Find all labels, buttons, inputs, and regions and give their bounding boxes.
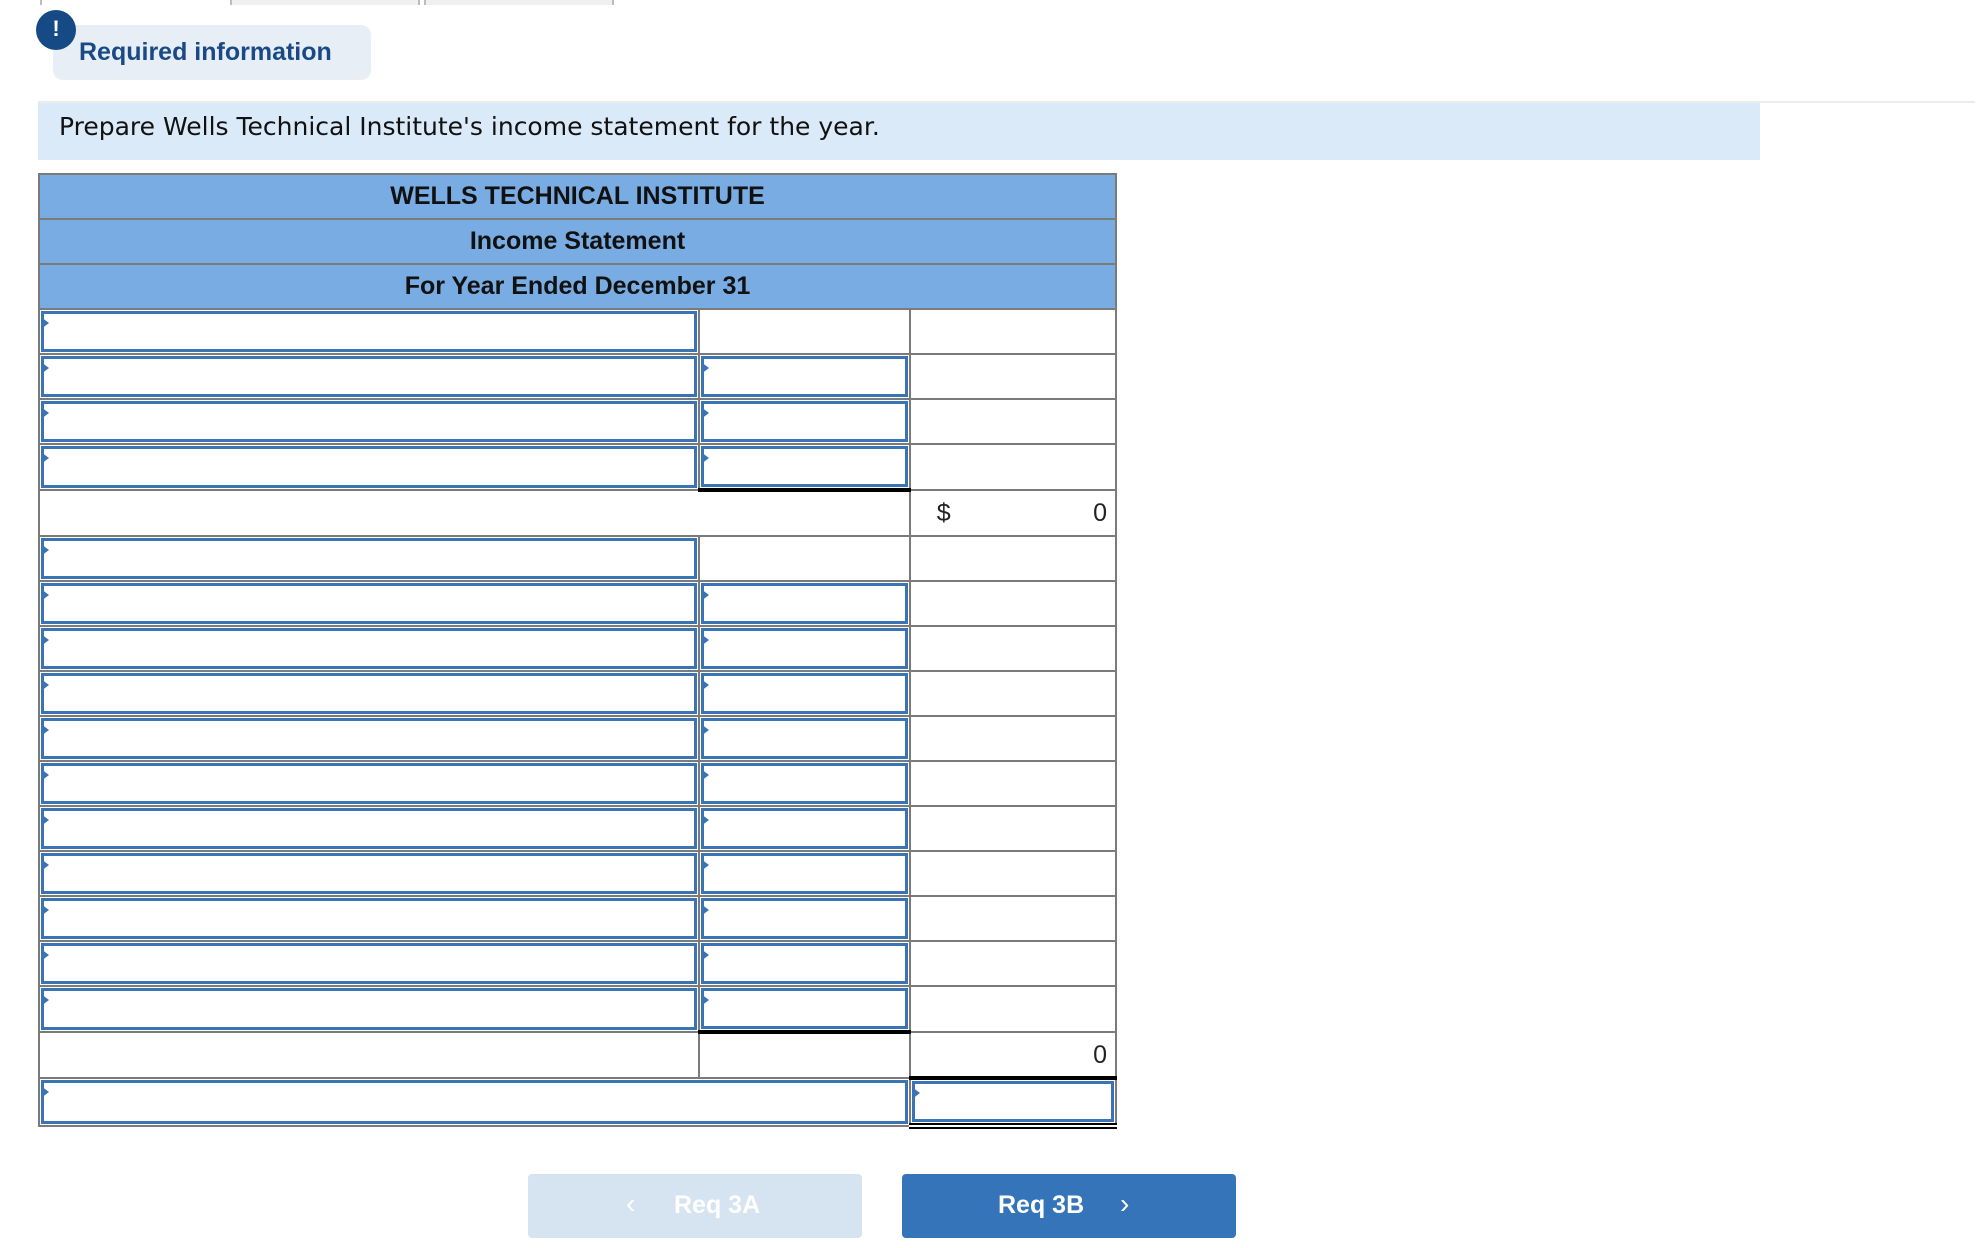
subtotal-label-cell	[38, 489, 911, 537]
table-row	[38, 398, 1118, 445]
company-name: WELLS TECHNICAL INSTITUTE	[38, 173, 1117, 220]
amount-input[interactable]	[700, 673, 908, 714]
chevron-right-icon: ›	[1120, 1188, 1130, 1219]
amount-input[interactable]	[700, 583, 908, 624]
amount-input[interactable]	[700, 853, 908, 894]
label-dropdown[interactable]	[41, 988, 697, 1030]
amount-input[interactable]	[700, 763, 908, 804]
label-dropdown[interactable]	[41, 763, 697, 804]
subtotal-row: $ 0	[38, 489, 1118, 537]
label-dropdown[interactable]	[41, 853, 697, 894]
instruction-banner: Prepare Wells Technical Institute's inco…	[38, 103, 1760, 160]
table-row	[38, 895, 1118, 942]
tab[interactable]	[230, 0, 420, 5]
table-row	[38, 940, 1118, 987]
amount-input[interactable]	[700, 808, 908, 849]
required-information-button[interactable]: Required information	[53, 25, 371, 80]
table-row	[38, 625, 1118, 672]
label-dropdown[interactable]	[41, 898, 697, 939]
table-row	[38, 535, 1118, 582]
table-row	[38, 850, 1118, 897]
tab-divider	[40, 0, 42, 5]
subtotal-value: 0	[1093, 499, 1107, 527]
total-cell	[908, 805, 1118, 852]
label-dropdown[interactable]	[41, 311, 697, 352]
amount-input[interactable]	[700, 718, 908, 759]
table-row	[38, 308, 1118, 355]
label-cell	[38, 308, 700, 355]
instruction-text: Prepare Wells Technical Institute's inco…	[59, 112, 880, 141]
total-cell	[908, 398, 1118, 445]
total-cell	[908, 670, 1118, 717]
exclamation-icon: !	[36, 10, 76, 50]
total-cell: 0	[908, 1031, 1118, 1080]
amount-input[interactable]	[700, 356, 908, 397]
prev-req-label: Req 3A	[674, 1191, 761, 1219]
total-cell	[908, 535, 1118, 582]
table-row	[38, 805, 1118, 852]
total-value: 0	[1093, 1041, 1107, 1069]
total-cell	[908, 308, 1118, 355]
label-dropdown[interactable]	[41, 673, 697, 714]
amount-cell	[697, 535, 911, 582]
label-dropdown[interactable]	[41, 1080, 908, 1124]
amount-input[interactable]	[700, 628, 908, 669]
total-cell	[908, 850, 1118, 897]
amount-cell	[697, 308, 911, 355]
label-dropdown[interactable]	[41, 401, 697, 442]
total-cell	[908, 443, 1118, 491]
total-cell	[908, 353, 1118, 400]
table-row	[38, 580, 1118, 627]
currency-symbol: $	[936, 499, 951, 527]
total-cell	[908, 580, 1118, 627]
net-result-row	[38, 1077, 1118, 1129]
label-dropdown[interactable]	[41, 628, 697, 669]
amount-input[interactable]	[700, 943, 908, 984]
total-cell	[908, 895, 1118, 942]
table-row	[38, 670, 1118, 717]
table-row	[38, 760, 1118, 807]
table-row	[38, 715, 1118, 762]
income-statement-table: WELLS TECHNICAL INSTITUTE Income Stateme…	[38, 173, 1118, 1129]
label-dropdown[interactable]	[41, 943, 697, 984]
table-row	[38, 985, 1118, 1034]
net-amount-input[interactable]	[911, 1081, 1114, 1122]
total-cell	[908, 760, 1118, 807]
label-dropdown[interactable]	[41, 583, 697, 624]
label-cell	[38, 1031, 700, 1079]
total-cell	[908, 625, 1118, 672]
label-dropdown[interactable]	[41, 808, 697, 849]
amount-cell	[697, 1031, 911, 1079]
next-req-button[interactable]: Req 3B ›	[902, 1174, 1236, 1238]
amount-input[interactable]	[700, 988, 908, 1029]
label-dropdown[interactable]	[41, 538, 697, 579]
amount-input[interactable]	[700, 446, 908, 487]
label-dropdown[interactable]	[41, 356, 697, 397]
label-dropdown[interactable]	[41, 718, 697, 759]
tab[interactable]	[424, 0, 614, 5]
subtotal-cell: $ 0	[908, 489, 1118, 537]
table-row	[38, 353, 1118, 400]
chevron-left-icon: ‹	[626, 1188, 636, 1219]
total-cell	[908, 715, 1118, 762]
amount-input[interactable]	[700, 898, 908, 939]
required-information-label: Required information	[79, 38, 332, 66]
prev-req-button[interactable]: ‹ Req 3A	[528, 1174, 862, 1238]
top-tab-strip	[40, 0, 620, 5]
total-expenses-row: 0	[38, 1031, 1118, 1080]
total-cell	[908, 940, 1118, 987]
label-dropdown[interactable]	[41, 446, 697, 488]
next-req-label: Req 3B	[998, 1191, 1085, 1219]
amount-input[interactable]	[700, 401, 908, 442]
statement-period: For Year Ended December 31	[38, 263, 1117, 310]
table-row	[38, 443, 1118, 492]
total-cell	[908, 985, 1118, 1033]
statement-title: Income Statement	[38, 218, 1117, 265]
